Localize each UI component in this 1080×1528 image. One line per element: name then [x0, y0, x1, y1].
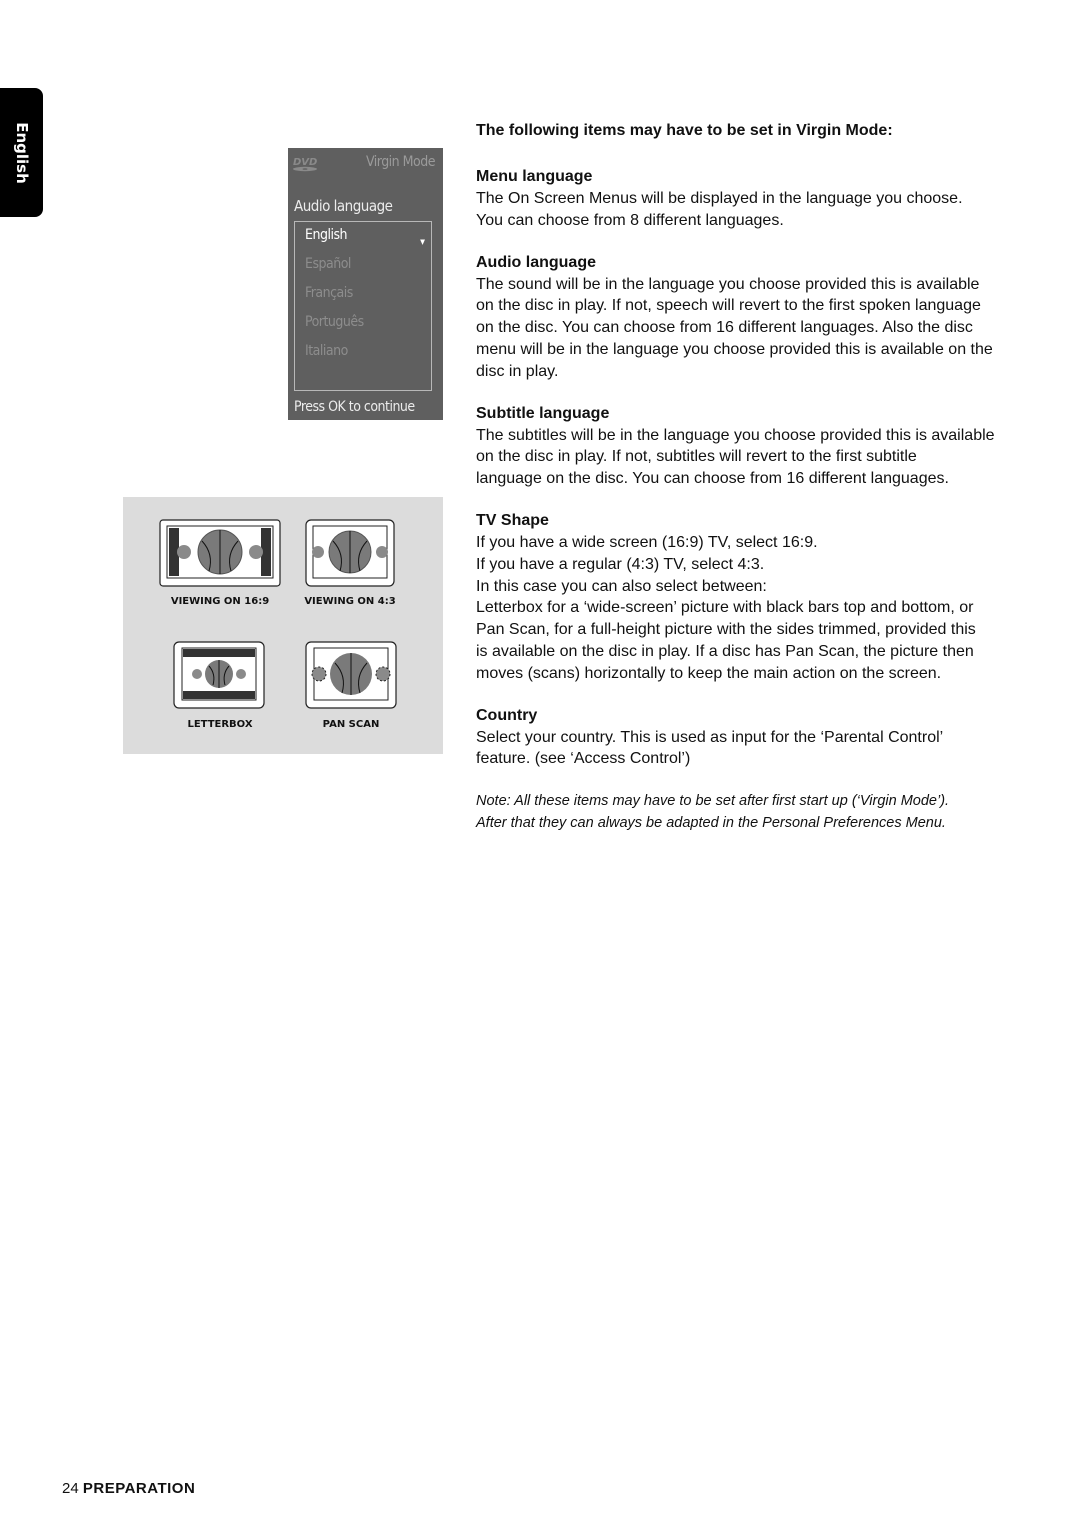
section-tv-shape: TV Shape If you have a wide screen (16:9… [476, 510, 1036, 685]
language-tab-label: English [12, 121, 31, 184]
section-line: on the disc. You can choose from 16 diff… [476, 319, 973, 337]
section-name: PREPARATION [82, 1480, 196, 1497]
section-heading: Menu language [476, 168, 593, 185]
tv-regular-illustration [305, 519, 395, 587]
note: Note: All these items may have to be set… [476, 790, 1036, 834]
option-portugues[interactable]: Português [305, 314, 364, 330]
label-letterbox: LETTERBOX [187, 719, 253, 730]
section-menu-language: Menu language The On Screen Menus will b… [476, 166, 1036, 232]
section-line: The subtitles will be in the language yo… [476, 426, 995, 444]
section-heading: TV Shape [476, 511, 549, 529]
section-line: on the disc in play. If not, speech will… [476, 297, 981, 315]
option-francais[interactable]: Français [305, 285, 353, 301]
section-line: on the disc in play. If not, subtitles w… [476, 448, 917, 466]
section-country: Country Select your country. This is use… [476, 705, 1036, 771]
osd-menu-title: Audio language [294, 197, 393, 215]
label-viewing-16-9: VIEWING ON 16:9 [170, 596, 270, 607]
option-italiano[interactable]: Italiano [305, 343, 348, 359]
tv-shape-illustrations: VIEWING ON 16:9 VIEWING ON 4:3 LETTERBOX… [123, 497, 443, 754]
label-pan-scan: PAN SCAN [322, 719, 380, 730]
section-line: language on the disc. You can choose fro… [476, 470, 949, 488]
page-number: 24 [62, 1480, 79, 1497]
section-line: The On Screen Menus will be displayed in… [476, 190, 963, 207]
section-line: menu will be in the language you choose … [476, 340, 993, 358]
dropdown-arrow-icon: ▼ [420, 238, 425, 246]
section-line: If you have a wide screen (16:9) TV, sel… [476, 533, 818, 551]
section-line: moves (scans) horizontally to keep the m… [476, 664, 942, 682]
section-audio-language: Audio language The sound will be in the … [476, 252, 1036, 383]
section-line: You can choose from 8 different language… [476, 211, 784, 229]
section-line: Pan Scan, for a full-height picture with… [476, 621, 976, 639]
dvd-logo-icon: DVD [293, 157, 317, 172]
section-line: The sound will be in the language you ch… [476, 275, 980, 293]
label-viewing-4-3: VIEWING ON 4:3 [304, 596, 396, 607]
tv-letterbox-illustration [173, 641, 265, 709]
osd-menu-panel: DVD Virgin Mode Audio language English ▼… [288, 148, 443, 420]
language-tab: English [0, 88, 43, 217]
section-heading: Subtitle language [476, 404, 610, 422]
option-espanol[interactable]: Español [305, 256, 351, 272]
section-line: feature. (see ‘Access Control’) [476, 750, 691, 768]
section-line: Select your country. This is used as inp… [476, 728, 944, 746]
main-content: The following items may have to be set i… [476, 120, 1036, 834]
section-line: In this case you can also select between… [476, 577, 767, 595]
note-line: After that they can always be adapted in… [476, 815, 946, 832]
intro-heading: The following items may have to be set i… [476, 122, 893, 139]
option-english[interactable]: English [305, 227, 348, 243]
section-heading: Country [476, 706, 538, 724]
section-heading: Audio language [476, 253, 596, 271]
section-line: disc in play. [476, 362, 559, 380]
osd-footer-hint: Press OK to continue [294, 399, 415, 415]
option-label: English [305, 227, 348, 243]
section-subtitle-language: Subtitle language The subtitles will be … [476, 403, 1036, 490]
tv-panscan-illustration [305, 641, 397, 709]
section-line: Letterbox for a ‘wide-screen’ picture wi… [476, 599, 974, 617]
page-footer: 24 PREPARATION [62, 1480, 195, 1497]
tv-widescreen-illustration [159, 519, 281, 587]
language-option-list[interactable]: English ▼ Español Français Português Ita… [294, 221, 432, 391]
note-line: Note: All these items may have to be set… [476, 793, 950, 810]
osd-mode-label: Virgin Mode [365, 154, 436, 170]
svg-text:DVD: DVD [293, 157, 317, 168]
section-line: is available on the disc in play. If a d… [476, 642, 974, 660]
section-line: If you have a regular (4:3) TV, select 4… [476, 555, 765, 573]
